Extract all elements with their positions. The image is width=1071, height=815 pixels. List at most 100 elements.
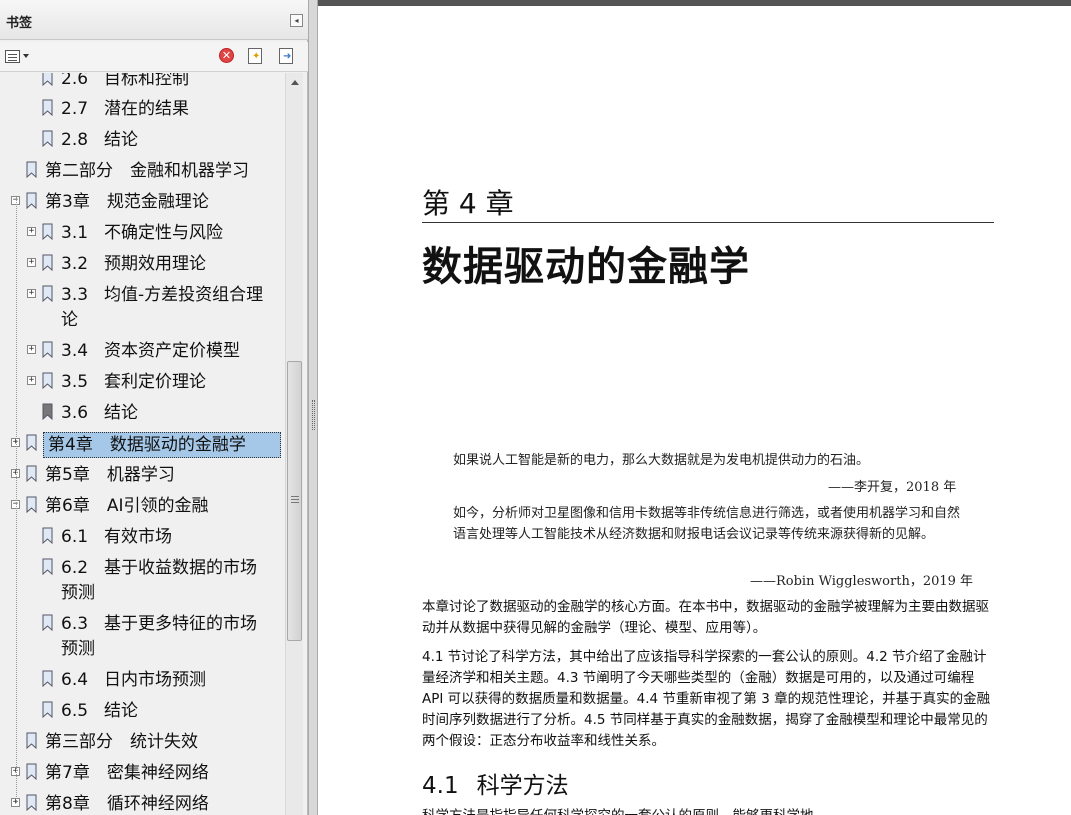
bookmark-title: 日内市场预测 — [104, 670, 207, 690]
document-page: 第 4 章 数据驱动的金融学 如果说人工智能是新的电力，那么大数据就是为发电机提… — [318, 0, 1071, 815]
section-heading: 4.1 科学方法 — [422, 766, 569, 800]
bookmark-item[interactable]: − 第6章 AI引领的金融 — [0, 494, 285, 520]
bookmark-number: 3.6 — [61, 403, 89, 423]
bookmark-icon — [42, 73, 53, 86]
bookmark-item[interactable]: 第二部分 金融和机器学习 — [0, 159, 285, 185]
bookmark-item[interactable]: +3.3 均值-方差投资组合理论 — [0, 283, 285, 333]
bookmark-title: 预期效用理论 — [104, 254, 207, 274]
bookmark-item[interactable]: 6.5 结论 — [0, 699, 285, 725]
epigraph-attribution-1: ——李开复，2018 年 — [828, 480, 957, 495]
delete-glyph: ✕ — [219, 48, 234, 63]
bookmark-label: 2.6 目标和控制 — [61, 73, 189, 91]
bookmark-item[interactable]: +3.5 套利定价理论 — [0, 370, 285, 396]
bookmark-item[interactable]: + 第4章 数据驱动的金融学 — [0, 432, 285, 458]
intro-paragraph: 本章讨论了数据驱动的金融学的核心方面。在本书中，数据驱动的金融学被理解为主要由数… — [422, 599, 989, 636]
epigraph-quote-1: 如果说人工智能是新的电力，那么大数据就是为发电机提供动力的石油。 — [453, 453, 870, 468]
bookmark-title: 套利定价理论 — [104, 372, 207, 392]
epigraph-quote-2: 如今，分析师对卫星图像和信用卡数据等非传统信息进行筛选，或者使用机器学习和自然语… — [453, 506, 961, 542]
bookmark-label: 6.5 结论 — [61, 699, 138, 723]
bookmark-item[interactable]: − 第3章 规范金融理论 — [0, 190, 285, 216]
bookmark-title: 第4章 数据驱动的金融学 — [48, 435, 246, 455]
bookmark-icon — [26, 763, 37, 780]
bookmark-item[interactable]: + 第5章 机器学习 — [0, 463, 285, 489]
bookmark-item[interactable]: + 第7章 密集神经网络 — [0, 761, 285, 787]
bookmark-icon — [26, 794, 37, 811]
bookmark-icon — [42, 341, 53, 358]
truncated-text-line: 科学方法是指指导任何科学探究的一套公认的原则，能够更科学地 — [422, 806, 892, 815]
bookmark-number: 2.8 — [61, 130, 89, 150]
bookmark-icon — [26, 465, 37, 482]
panel-splitter[interactable] — [308, 0, 318, 815]
bookmark-label: 第二部分 金融和机器学习 — [45, 159, 249, 183]
bookmark-label: 6.2 基于收益数据的市场 — [61, 556, 257, 580]
bookmark-icon — [42, 670, 53, 687]
chapter-rule — [422, 222, 994, 223]
bookmark-label: 第6章 AI引领的金融 — [45, 494, 208, 518]
expand-icon[interactable]: + — [27, 289, 36, 298]
expand-icon[interactable]: + — [27, 258, 36, 267]
bookmark-icon — [42, 614, 53, 631]
bookmark-number: 3.4 — [61, 341, 89, 361]
bookmark-icon — [42, 558, 53, 575]
bookmark-title-continued: 论 — [61, 310, 78, 330]
bookmark-item[interactable]: 3.6 结论 — [0, 401, 285, 427]
expand-icon[interactable]: + — [27, 345, 36, 354]
bookmark-title: 第8章 循环神经网络 — [45, 794, 209, 814]
bookmark-item[interactable]: 6.4 日内市场预测 — [0, 668, 285, 694]
bookmark-item[interactable]: 6.1 有效市场 — [0, 525, 285, 551]
scroll-up-arrow[interactable] — [286, 73, 303, 90]
bookmark-item[interactable]: +3.2 预期效用理论 — [0, 252, 285, 278]
new-bookmark-icon[interactable]: ✦ — [248, 48, 266, 66]
bookmark-icon — [42, 372, 53, 389]
bookmark-title: 结论 — [104, 403, 139, 423]
bookmark-title: 结论 — [104, 701, 139, 721]
bookmark-label: 3.2 预期效用理论 — [61, 252, 206, 276]
delete-bookmark-icon[interactable]: ✕ — [219, 48, 235, 66]
bookmark-item[interactable]: 2.6 目标和控制 — [0, 73, 285, 93]
bookmark-number: 3.2 — [61, 254, 89, 274]
bookmark-item[interactable]: 2.8 结论 — [0, 128, 285, 154]
bookmark-icon — [42, 130, 53, 147]
bookmark-label: 2.8 结论 — [61, 128, 138, 152]
expand-bookmark-icon[interactable]: ➜ — [279, 48, 297, 66]
bookmark-item[interactable]: 6.3 基于更多特征的市场 预测 — [0, 612, 285, 662]
bookmark-icon — [26, 496, 37, 513]
bookmarks-toolbar: ✕ ✦ ➜ — [0, 42, 308, 72]
bookmark-icon — [26, 192, 37, 209]
panel-header: 书签 ◂ — [0, 0, 308, 40]
bookmarks-tree: 2.6 目标和控制 2.7 潜在的结果 2.8 结论 第二部分 金融和机器学习 − 第3章 规范… — [0, 73, 285, 815]
bookmark-item[interactable]: + 第8章 循环神经网络 — [0, 792, 285, 815]
bookmark-item[interactable]: 第三部分 统计失效 — [0, 730, 285, 756]
bookmark-options-icon[interactable] — [5, 48, 31, 66]
bookmark-number: 6.4 — [61, 670, 89, 690]
bookmark-number: 3.1 — [61, 223, 89, 243]
bookmark-label: 3.6 结论 — [61, 401, 138, 425]
epigraph-attribution-2: ——Robin Wigglesworth，2019 年 — [750, 574, 974, 589]
bookmark-title: 第6章 AI引领的金融 — [45, 496, 209, 516]
bookmark-title: 第5章 机器学习 — [45, 465, 175, 485]
bookmark-item[interactable]: +3.4 资本资产定价模型 — [0, 339, 285, 365]
bookmark-icon — [42, 99, 53, 116]
bookmark-icon — [42, 403, 53, 420]
chapter-title: 数据驱动的金融学 — [422, 244, 750, 290]
bookmark-label: 第3章 规范金融理论 — [45, 190, 209, 214]
bookmark-title: 第7章 密集神经网络 — [45, 763, 209, 783]
bookmark-icon — [26, 161, 37, 178]
expand-icon[interactable]: + — [27, 376, 36, 385]
bookmark-title: 目标和控制 — [104, 73, 190, 89]
bookmarks-scrollbar[interactable] — [285, 73, 303, 815]
bookmark-number: 2.7 — [61, 99, 89, 119]
bookmark-item[interactable]: 2.7 潜在的结果 — [0, 97, 285, 123]
bookmark-item[interactable]: +3.1 不确定性与风险 — [0, 221, 285, 247]
bookmark-title: 潜在的结果 — [104, 99, 190, 119]
section-number: 4.1 — [422, 773, 459, 799]
bookmark-label: 3.1 不确定性与风险 — [61, 221, 223, 245]
panel-title: 书签 — [6, 16, 33, 31]
bookmark-icon — [42, 223, 53, 240]
collapse-panel-button[interactable]: ◂ — [290, 14, 303, 27]
scroll-thumb[interactable] — [287, 361, 302, 641]
expand-icon[interactable]: + — [27, 227, 36, 236]
bookmark-title: 第三部分 统计失效 — [45, 732, 198, 752]
bookmark-item[interactable]: 6.2 基于收益数据的市场 预测 — [0, 556, 285, 606]
chapter-number: 第 4 章 — [422, 187, 514, 220]
